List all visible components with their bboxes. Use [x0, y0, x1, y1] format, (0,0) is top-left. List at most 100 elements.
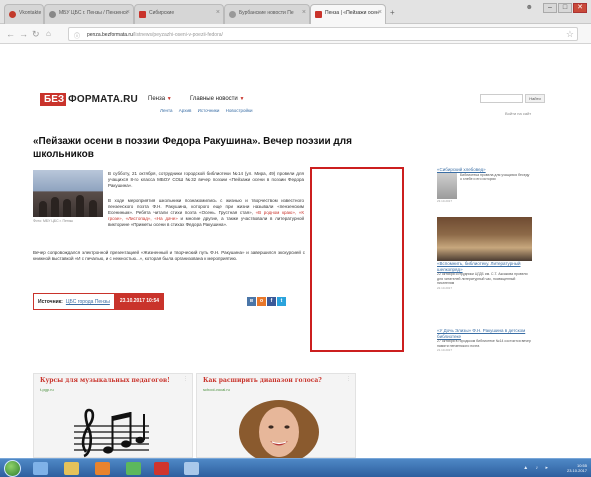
windows-taskbar: ▲ ♪ ▸ 10:55 23.10.2017: [0, 458, 591, 477]
city-label: Пенза: [148, 96, 166, 102]
search-input[interactable]: [480, 94, 523, 103]
sidebar-headline[interactable]: «Вспомнить, библиотеку. Литературный шел…: [437, 261, 532, 272]
home-icon[interactable]: ⌂: [46, 29, 51, 39]
ad-title[interactable]: Как расширить диапазон голоса?: [203, 377, 322, 384]
source-link[interactable]: ЦБС города Пензы: [66, 299, 110, 305]
tab-close-icon[interactable]: ×: [126, 9, 130, 16]
windows-start-icon[interactable]: [4, 460, 21, 477]
facebook-share-icon[interactable]: f: [267, 297, 276, 306]
browser-tab[interactable]: Сибирские ×: [134, 4, 224, 24]
browser-tab[interactable]: МБУ ЦБС г. Пензы / Пензенск ×: [44, 4, 134, 24]
folder-icon[interactable]: [64, 462, 79, 475]
sidebar-headline[interactable]: «У Дочь Элизы» Ф.Н. Ракушина в детском б…: [437, 328, 532, 339]
source-label: Источник:: [38, 299, 63, 305]
tab-label: Пенза | «Пейзажи осен: [325, 10, 379, 16]
article-title: «Пейзажи осени в поэзии Федора Ракушина»…: [33, 136, 352, 160]
vk-share-icon[interactable]: в: [247, 297, 256, 306]
sidebar-date: 21.10.2017: [437, 348, 453, 352]
reload-icon[interactable]: ↻: [32, 29, 40, 39]
ad-options-icon[interactable]: ⋮: [346, 376, 351, 382]
article-paragraph: В ходе мероприятия школьники познакомили…: [108, 198, 304, 228]
user-icon[interactable]: ☻: [526, 4, 533, 11]
article-lead: В субботу, 21 октября, сотрудники городс…: [108, 171, 304, 188]
new-tab-button[interactable]: +: [390, 8, 395, 17]
ad-card[interactable]: Как расширить диапазон голоса? school-vo…: [196, 373, 356, 458]
sidebar-date: 22.10.2017: [437, 285, 453, 290]
web-page: БЕЗ ФОРМАТА.RU Пенза ▼ Главные новости ▼…: [0, 45, 591, 458]
star-icon[interactable]: ☆: [566, 29, 574, 40]
sidebar-news-item[interactable]: «Вспомнить, библиотеку. Литературный шел…: [437, 217, 532, 290]
browser-tab-strip: Vkontakte МБУ ЦБС г. Пензы / Пензенск × …: [0, 0, 591, 24]
ad-domain[interactable]: t-pgp.ru: [40, 387, 54, 392]
article-date: 23.10.2017 10:54: [114, 293, 165, 310]
tab-label: МБУ ЦБС г. Пензы / Пензенск: [59, 10, 128, 16]
ok-share-icon[interactable]: о: [257, 297, 266, 306]
sidebar-thumbnail[interactable]: [437, 172, 457, 199]
city-selector[interactable]: Пенза ▼: [148, 96, 172, 102]
tray-icons[interactable]: ▲ ♪ ▸: [523, 465, 551, 471]
explorer-icon[interactable]: [33, 462, 48, 475]
source-label-box: Источник: ЦБС города Пензы: [33, 293, 115, 310]
chevron-down-icon: ▼: [239, 96, 245, 102]
sidebar-text: 22 октября сотрудники ЦГДБ им. С.Т. Акса…: [437, 272, 528, 285]
forward-arrow-icon[interactable]: →: [19, 29, 28, 39]
tab-close-icon[interactable]: ×: [302, 9, 306, 16]
url-host: penza.bezformata.ru: [87, 32, 133, 38]
lock-icon: ⓘ: [74, 34, 81, 40]
tab-label: Сибирские: [149, 10, 175, 16]
sub-navigation: Лента Архив Источники Новостройки: [160, 108, 258, 113]
subnav-link[interactable]: Новостройки: [226, 108, 253, 113]
system-clock[interactable]: 10:55 23.10.2017: [567, 463, 587, 473]
subnav-link[interactable]: Лента: [160, 108, 172, 113]
tab-close-icon[interactable]: ×: [378, 9, 382, 16]
media-player-icon[interactable]: [95, 462, 110, 475]
ad-domain[interactable]: school-vocal.ru: [203, 387, 230, 392]
main-news-label: Главные новости: [190, 96, 238, 102]
ad-card[interactable]: Курсы для музыкальных педагогов! t-pgp.r…: [33, 373, 193, 458]
chevron-down-icon: ▼: [166, 96, 172, 102]
search-button[interactable]: Найти: [525, 94, 545, 103]
article-paragraph-2: Вечер сопровождался электронной презента…: [33, 250, 305, 261]
sidebar-news-item[interactable]: «У Дочь Элизы» Ф.Н. Ракушина в детском б…: [437, 328, 532, 352]
back-arrow-icon[interactable]: ←: [6, 29, 15, 39]
close-window-button[interactable]: ✕: [573, 3, 587, 13]
browser-tab[interactable]: Бурбанские новости Пе ×: [224, 4, 310, 24]
tab-close-icon[interactable]: ×: [216, 9, 220, 16]
subnav-link[interactable]: Источники: [198, 108, 220, 113]
maximize-button[interactable]: □: [558, 3, 572, 13]
login-link[interactable]: Войти на сайт: [505, 111, 531, 116]
tab-favicon-icon: [139, 11, 146, 18]
opera-icon[interactable]: [154, 462, 169, 475]
address-bar[interactable]: ⓘ penza.bezformata.ru/listnews/peyzazhi-…: [68, 27, 578, 41]
app-icon[interactable]: [184, 462, 199, 475]
browser-tab-active[interactable]: Пенза | «Пейзажи осен ×: [310, 4, 386, 24]
sidebar-text: 27 октября в городском библиотеке №14 со…: [437, 339, 531, 348]
ad-options-icon[interactable]: ⋮: [183, 376, 188, 382]
twitter-share-icon[interactable]: t: [277, 297, 286, 306]
tab-favicon-icon: [315, 11, 322, 18]
main-news-menu[interactable]: Главные новости ▼: [190, 96, 244, 102]
sidebar-image[interactable]: [437, 217, 532, 261]
ad-title[interactable]: Курсы для музыкальных педагогов!: [40, 377, 170, 384]
sidebar-news-item[interactable]: «Сибирский хлебовед» Библиотека провела …: [437, 167, 532, 203]
highlight-frame: [310, 167, 404, 352]
share-buttons: в о f t: [247, 297, 286, 306]
singer-photo-image: [239, 400, 319, 458]
logo-part-a: БЕЗ: [40, 93, 67, 106]
clock-date: 23.10.2017: [566, 468, 587, 473]
tab-favicon-icon: [9, 11, 16, 18]
sidebar-date: 23.10.2017: [437, 198, 453, 203]
tab-label: Бурбанские новости Пе: [239, 10, 294, 16]
logo-part-b: ФОРМАТА.RU: [68, 94, 138, 105]
article-photo[interactable]: [33, 170, 103, 217]
chrome-icon[interactable]: [126, 462, 141, 475]
tab-favicon-icon: [229, 11, 236, 18]
source-bar: Источник: ЦБС города Пензы 23.10.2017 10:…: [33, 293, 165, 310]
minimize-button[interactable]: –: [543, 3, 557, 13]
window-controls: – □ ✕: [543, 3, 587, 13]
subnav-link[interactable]: Архив: [179, 108, 192, 113]
browser-toolbar: ← → ↻ ⌂ ⓘ penza.bezformata.ru/listnews/p…: [0, 24, 591, 44]
browser-tab[interactable]: Vkontakte: [4, 4, 44, 24]
tab-label: Vkontakte: [19, 10, 42, 16]
site-logo[interactable]: БЕЗ ФОРМАТА.RU: [40, 93, 138, 106]
